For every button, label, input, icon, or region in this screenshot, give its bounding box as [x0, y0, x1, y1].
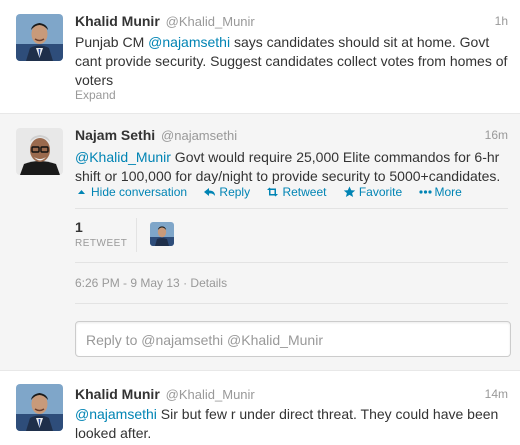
expand-link[interactable]: Expand	[75, 88, 116, 102]
tweet-text: @Khalid_Munir Govt would require 25,000 …	[75, 148, 515, 186]
tweet-header: Khalid Munir @Khalid_Munir 1h	[75, 12, 508, 30]
author-handle[interactable]: @Khalid_Munir	[166, 387, 255, 402]
retweet-label: Retweet	[282, 185, 327, 199]
more-button[interactable]: More	[418, 185, 462, 199]
tweet-timestamp[interactable]: 6:26 PM - 9 May 13	[75, 276, 180, 290]
hide-conversation-button[interactable]: Hide conversation	[75, 185, 187, 199]
divider	[75, 262, 508, 263]
mention-link[interactable]: @najamsethi	[148, 34, 230, 50]
tweet-meta: 6:26 PM - 9 May 13 · Details	[75, 276, 227, 290]
author-handle[interactable]: @Khalid_Munir	[166, 14, 255, 29]
favorite-label: Favorite	[358, 185, 403, 199]
tweet-time[interactable]: 1h	[495, 12, 508, 30]
author-fullname[interactable]: Khalid Munir	[75, 386, 160, 402]
tweet-time[interactable]: 16m	[485, 126, 508, 144]
reply-input[interactable]: Reply to @najamsethi @Khalid_Munir	[75, 321, 511, 357]
reply-label: Reply	[219, 185, 251, 199]
mention-link[interactable]: @Khalid_Munir	[75, 149, 171, 165]
retweet-button[interactable]: Retweet	[266, 185, 326, 199]
tweet-text: @najamsethi Sir but few r under direct t…	[75, 405, 515, 443]
tweet-text: Punjab CM @najamsethi says candidates sh…	[75, 33, 515, 90]
retweet-icon	[267, 187, 279, 197]
favorite-icon	[343, 186, 356, 197]
tweet-header: Khalid Munir @Khalid_Munir 14m	[75, 385, 508, 403]
avatar-najam[interactable]	[16, 128, 63, 175]
divider	[75, 208, 508, 209]
stats-separator	[136, 218, 137, 252]
tweet-actions: Hide conversation Reply Retweet Favorite…	[75, 185, 475, 201]
avatar-khalid[interactable]	[16, 14, 63, 61]
author-handle[interactable]: @najamsethi	[161, 128, 237, 143]
more-icon	[418, 190, 432, 194]
author-fullname[interactable]: Khalid Munir	[75, 13, 160, 29]
retweeter-avatar[interactable]	[150, 222, 174, 246]
avatar-khalid[interactable]	[16, 384, 63, 431]
author-fullname[interactable]: Najam Sethi	[75, 127, 155, 143]
retweet-count-label[interactable]: RETWEET	[75, 238, 127, 249]
tweet-najam-expanded[interactable]: Najam Sethi @najamsethi 16m @Khalid_Muni…	[0, 114, 520, 371]
favorite-button[interactable]: Favorite	[343, 185, 402, 199]
divider	[75, 303, 508, 304]
tweet-khalid-2[interactable]: Khalid Munir @Khalid_Munir 14m @najamset…	[0, 371, 520, 445]
hide-conversation-label: Hide conversation	[91, 185, 188, 199]
tweet-time[interactable]: 14m	[485, 385, 508, 403]
mention-link[interactable]: @najamsethi	[75, 406, 157, 422]
reply-icon	[204, 188, 216, 196]
retweet-count[interactable]: 1	[75, 219, 83, 235]
tweet-khalid-1[interactable]: Khalid Munir @Khalid_Munir 1h Punjab CM …	[0, 0, 520, 114]
tweet-text-start: Punjab CM	[75, 34, 149, 50]
tweet-header: Najam Sethi @najamsethi 16m	[75, 126, 508, 144]
reply-button[interactable]: Reply	[203, 185, 250, 199]
hide-conversation-icon	[78, 190, 85, 194]
more-label: More	[434, 185, 462, 199]
details-link[interactable]: Details	[190, 276, 227, 290]
